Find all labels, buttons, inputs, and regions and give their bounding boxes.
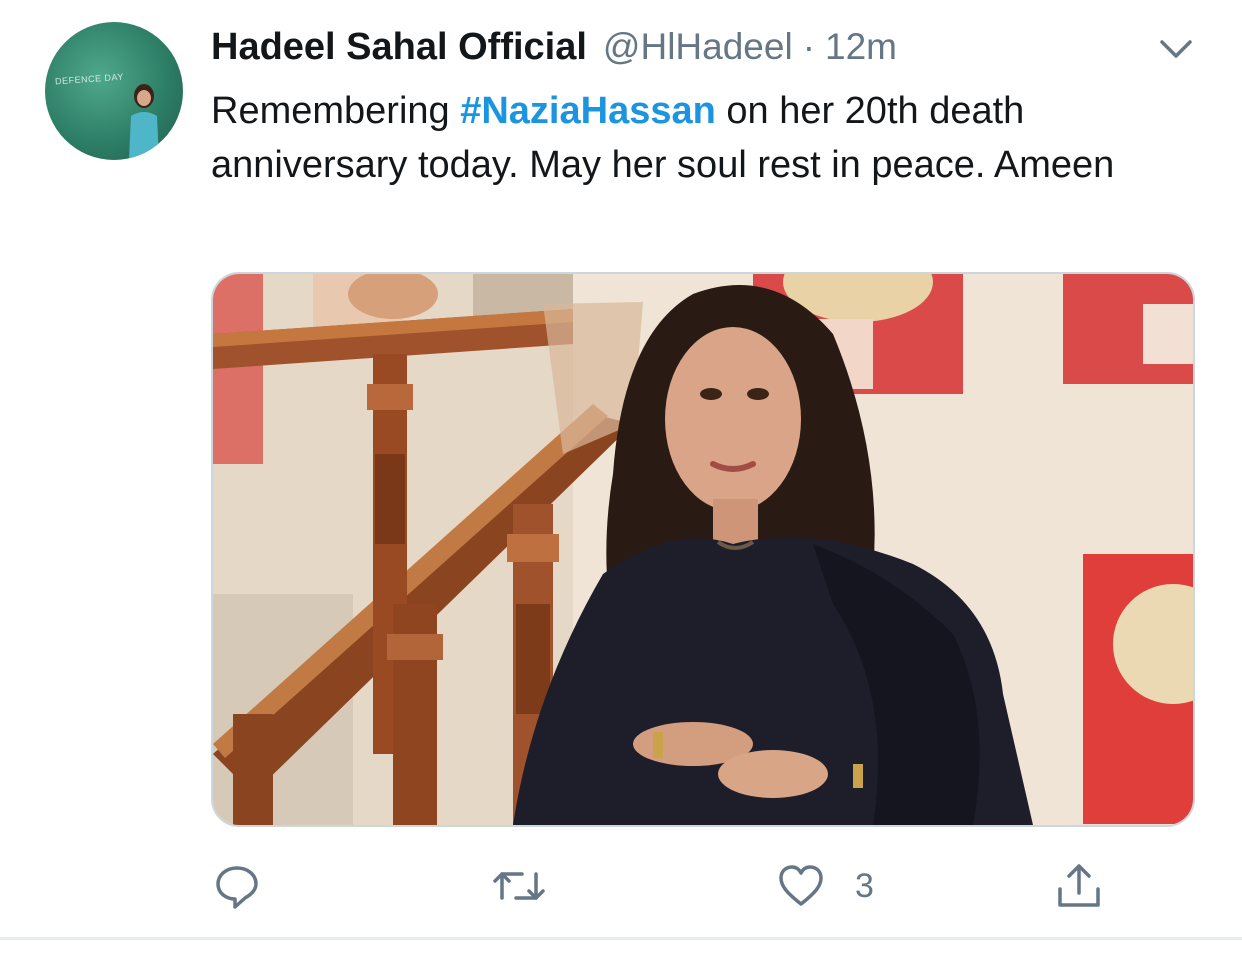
tweet-text-before: Remembering <box>211 90 461 132</box>
avatar[interactable]: DEFENCE DAY <box>45 22 183 160</box>
author-name[interactable]: Hadeel Sahal Official <box>211 26 587 69</box>
tweet-header: Hadeel Sahal Official @HlHadeel · 12m <box>211 26 897 72</box>
tweet-card[interactable]: DEFENCE DAY Hadeel Sahal Official @HlHad… <box>0 0 1242 940</box>
timestamp[interactable]: 12m <box>825 26 897 68</box>
avatar-caption: DEFENCE DAY <box>54 71 125 87</box>
avatar-person <box>129 84 159 160</box>
retweet-icon <box>493 872 545 900</box>
like-button[interactable]: 3 <box>777 858 874 914</box>
heart-icon <box>779 865 823 906</box>
like-count: 3 <box>855 866 874 905</box>
action-bar: 3 <box>0 850 1242 920</box>
reply-button[interactable] <box>213 858 261 914</box>
tweet-photo[interactable] <box>211 272 1195 827</box>
share-icon <box>1058 864 1100 907</box>
tweet-divider <box>0 937 1242 940</box>
separator-dot: · <box>802 26 816 67</box>
tweet-text: Remembering #NaziaHassan on her 20th dea… <box>211 84 1211 192</box>
chevron-down-icon[interactable] <box>1156 34 1196 64</box>
retweet-button[interactable] <box>492 858 546 914</box>
hashtag-link[interactable]: #NaziaHassan <box>460 90 716 132</box>
photo-illustration <box>213 274 1193 825</box>
author-handle[interactable]: @HlHadeel <box>603 26 793 68</box>
share-button[interactable] <box>1054 858 1104 914</box>
reply-icon <box>216 866 258 909</box>
